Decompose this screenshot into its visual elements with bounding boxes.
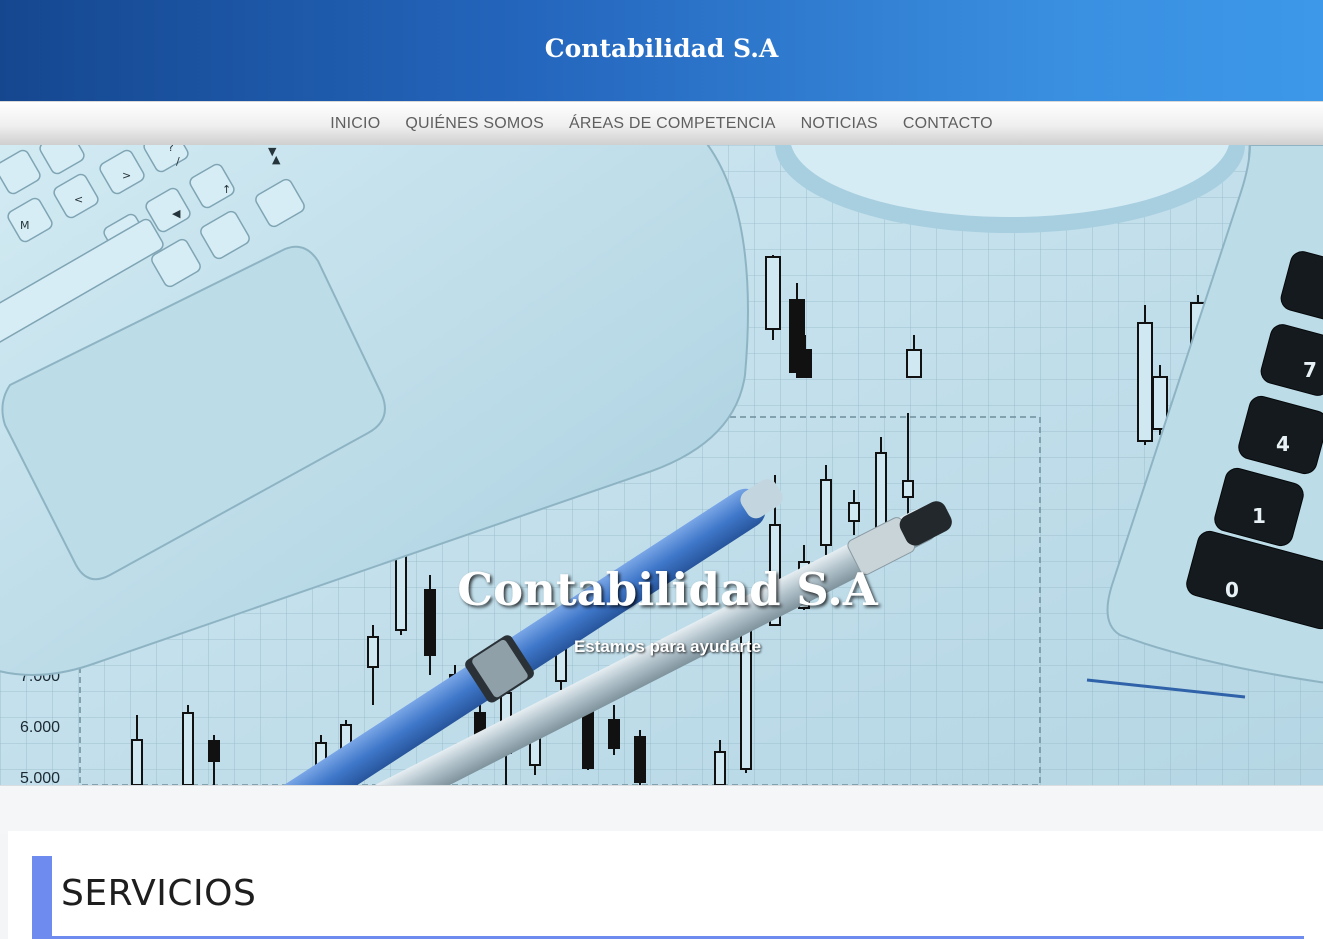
key-label-slash: / — [176, 155, 180, 168]
hero-title: Contabilidad S.A — [457, 563, 878, 616]
axis-label-6000: 6.000 — [20, 719, 60, 736]
site-header: Contabilidad S.A — [0, 0, 1323, 101]
hero-subtitle: Estamos para ayudarte — [573, 637, 762, 656]
key-label-lt: < — [74, 193, 83, 206]
nav-item-areas-de-competencia[interactable]: ÁREAS DE COMPETENCIA — [569, 115, 776, 133]
section-divider — [0, 785, 1323, 834]
key-label-up: ↑ — [222, 183, 231, 196]
axis-label-5000: 5.000 — [20, 770, 60, 785]
site-title[interactable]: Contabilidad S.A — [545, 34, 779, 63]
hero-background-image: 7.000 6.000 5.000 M < > ? / ↑ ◀ ▲ ▼ 7 4 … — [0, 145, 1323, 785]
services-title: SERVICIOS — [61, 873, 257, 914]
calc-key-7: 7 — [1303, 358, 1317, 382]
nav-item-contacto[interactable]: CONTACTO — [903, 115, 993, 133]
services-heading: SERVICIOS — [32, 856, 1304, 939]
key-label-gt: > — [122, 169, 131, 182]
key-label-left: ◀ — [172, 207, 181, 220]
calc-key-1: 1 — [1252, 504, 1266, 528]
nav-item-quienes-somos[interactable]: QUIÉNES SOMOS — [405, 115, 544, 133]
nav-item-noticias[interactable]: NOTICIAS — [801, 115, 878, 133]
key-label-down: ▼ — [268, 145, 277, 158]
key-label-m: M — [20, 219, 30, 232]
key-label-question: ? — [168, 145, 174, 154]
heading-accent-bar — [32, 856, 52, 936]
main-nav: INICIO QUIÉNES SOMOS ÁREAS DE COMPETENCI… — [0, 101, 1323, 145]
nav-item-inicio[interactable]: INICIO — [330, 115, 380, 133]
calc-key-4: 4 — [1276, 432, 1290, 456]
hero-banner: 7.000 6.000 5.000 M < > ? / ↑ ◀ ▲ ▼ 7 4 … — [0, 145, 1323, 785]
services-section: SERVICIOS — [8, 831, 1323, 939]
